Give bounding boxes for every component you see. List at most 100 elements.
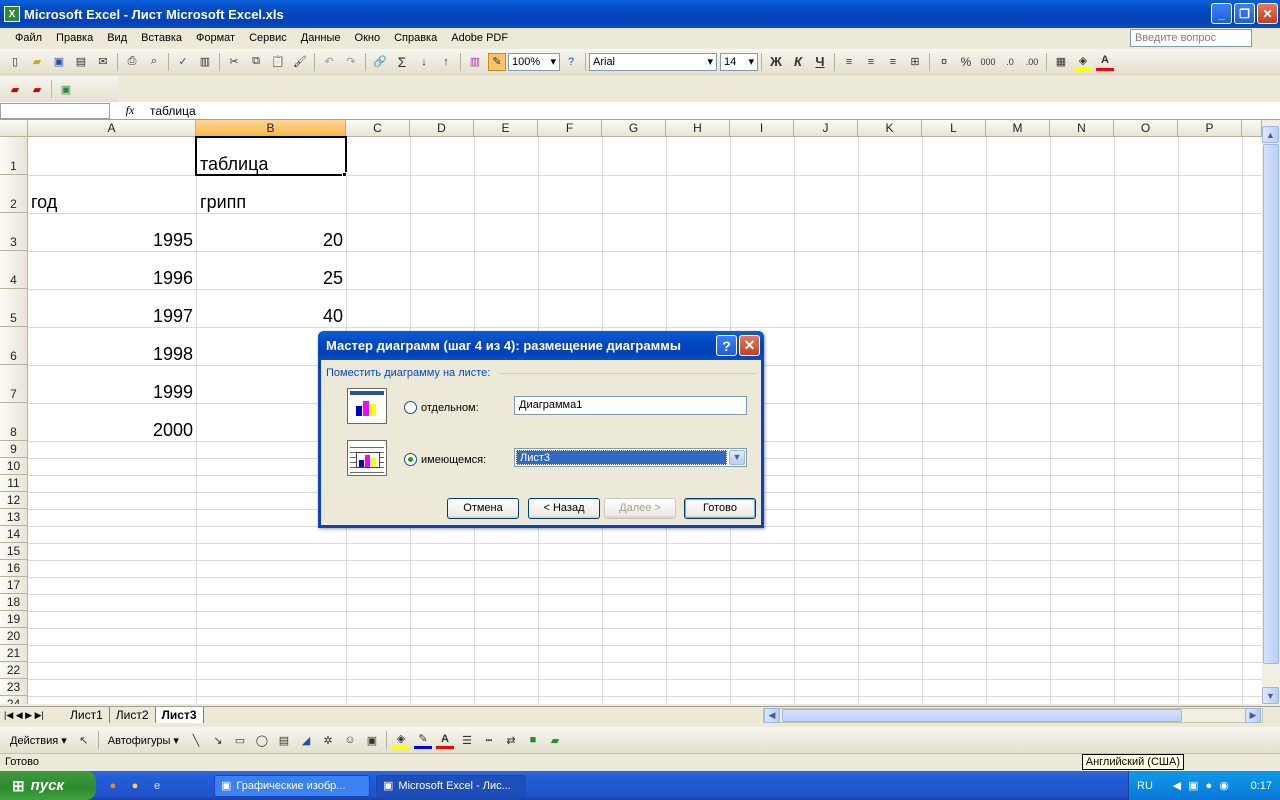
permission-icon[interactable]: ▤ [72,53,90,71]
hyperlink-icon[interactable]: 🔗 [371,53,389,71]
spelling-icon[interactable]: ✓ [174,53,192,71]
menu-help[interactable]: Справка [387,32,444,44]
3d-icon[interactable]: ▰ [546,731,564,749]
ie-icon[interactable]: e [148,777,166,795]
col-header-p[interactable]: P [1178,120,1242,137]
align-left-icon[interactable]: ≡ [840,53,858,71]
row-header[interactable]: 16 [0,560,28,577]
autoshapes-menu[interactable]: Автофигуры ▾ [102,734,185,747]
menu-insert[interactable]: Вставка [134,32,189,44]
cell-a7[interactable]: 1999 [28,381,193,403]
row-header[interactable]: 14 [0,526,28,543]
media-player-icon[interactable]: ● [126,777,144,795]
col-header-next[interactable] [1242,120,1262,137]
row-header[interactable]: 18 [0,594,28,611]
close-button[interactable]: ✕ [1257,3,1278,24]
col-header-e[interactable]: E [474,120,538,137]
col-header-g[interactable]: G [602,120,666,137]
open-icon[interactable]: ▰ [28,53,46,71]
col-header-j[interactable]: J [794,120,858,137]
dialog-title[interactable]: Мастер диаграмм (шаг 4 из 4): размещение… [318,331,764,360]
chevron-down-icon[interactable]: ▼ [729,450,745,465]
save-icon[interactable]: ▣ [50,53,68,71]
undo-icon[interactable]: ↶ [320,53,338,71]
menu-format[interactable]: Формат [189,32,242,44]
clipart-icon[interactable]: ☺ [341,731,359,749]
menu-window[interactable]: Окно [348,32,388,44]
drawing-icon[interactable]: ✎ [488,52,506,71]
arrow-style-icon[interactable]: ⇄ [502,731,520,749]
copy-icon[interactable]: ⧉ [247,53,265,71]
scroll-left-icon[interactable]: ◀ [764,708,780,723]
cell-b4[interactable]: 25 [196,267,343,289]
textbox-icon[interactable]: ▤ [275,731,293,749]
menu-data[interactable]: Данные [294,32,348,44]
col-header-k[interactable]: K [858,120,922,137]
chart-wizard-icon[interactable]: ▥ [466,53,484,71]
finish-button[interactable]: Готово [684,498,756,519]
sort-desc-icon[interactable]: ↑ [437,53,455,71]
oval-icon[interactable]: ◯ [253,731,271,749]
sheet-tab-3[interactable]: Лист3 [155,707,204,723]
cancel-button[interactable]: Отмена [447,498,519,519]
col-header-l[interactable]: L [922,120,986,137]
option-existing[interactable]: имеющемся: [404,453,486,466]
cell-b5[interactable]: 40 [196,305,343,327]
line-icon[interactable]: ╲ [187,731,205,749]
cell-b3[interactable]: 20 [196,229,343,251]
italic-button[interactable]: К [789,53,807,71]
zoom-select[interactable]: 100% ▾ [508,52,560,71]
language-indicator[interactable]: RU [1137,780,1153,792]
cell-a8[interactable]: 2000 [28,419,193,441]
help-icon[interactable]: ? [562,53,580,71]
currency-icon[interactable]: ¤ [935,53,953,71]
bold-button[interactable]: Ж [767,53,785,71]
rectangle-icon[interactable]: ▭ [231,731,249,749]
font-select[interactable]: Arial ▾ [589,52,717,71]
select-objects-icon[interactable]: ↖ [75,731,93,749]
decrease-decimal-icon[interactable]: .00 [1023,53,1041,71]
row-header[interactable]: 24 [0,696,28,704]
tray-icons[interactable]: ◀ ▣ ● ◉ [1173,779,1231,792]
next-button[interactable]: Далее > [604,498,676,519]
start-button[interactable]: ⊞ пуск [0,771,96,800]
picture-icon[interactable]: ▣ [363,731,381,749]
row-header[interactable]: 2 [0,175,28,213]
row-header[interactable]: 11 [0,475,28,492]
pdf-email-icon[interactable]: ▰ [28,80,46,98]
row-header[interactable]: 22 [0,662,28,679]
fill-handle[interactable] [342,172,347,177]
formula-content[interactable]: таблица [150,104,196,118]
email-icon[interactable]: ✉ [94,53,112,71]
minimize-button[interactable]: _ [1211,3,1232,24]
row-header[interactable]: 4 [0,251,28,289]
radio-separate[interactable] [404,401,417,414]
dialog-help-button[interactable]: ? [716,335,737,356]
redo-icon[interactable]: ↷ [342,53,360,71]
row-header[interactable]: 23 [0,679,28,696]
autosum-icon[interactable]: Σ [393,53,411,71]
col-header-a[interactable]: A [28,120,196,137]
menu-file[interactable]: Файл [8,32,49,44]
font-color-icon[interactable]: A [1096,53,1114,71]
line-color-icon[interactable]: ✎ [413,731,432,749]
cell-a3[interactable]: 1995 [28,229,193,251]
scroll-up-icon[interactable]: ▲ [1262,126,1279,143]
cell-a5[interactable]: 1997 [28,305,193,327]
row-header[interactable]: 17 [0,577,28,594]
col-header-h[interactable]: H [666,120,730,137]
firefox-icon[interactable]: ● [104,777,122,795]
pdf-review-icon[interactable]: ▣ [57,80,75,98]
menu-adobe-pdf[interactable]: Adobe PDF [444,32,515,44]
vertical-scrollbar[interactable]: ▲ ▼ [1262,120,1280,706]
new-sheet-name-input[interactable]: Диаграмма1 [514,396,747,415]
row-header[interactable]: 15 [0,543,28,560]
align-center-icon[interactable]: ≡ [862,53,880,71]
menu-view[interactable]: Вид [100,32,134,44]
row-header[interactable]: 3 [0,213,28,251]
font-color-icon[interactable]: A [435,731,454,749]
help-question-input[interactable]: Введите вопрос [1130,29,1252,47]
merge-center-icon[interactable]: ⊞ [906,53,924,71]
fill-color-icon[interactable]: ◈ [391,731,410,749]
cell-a6[interactable]: 1998 [28,343,193,365]
